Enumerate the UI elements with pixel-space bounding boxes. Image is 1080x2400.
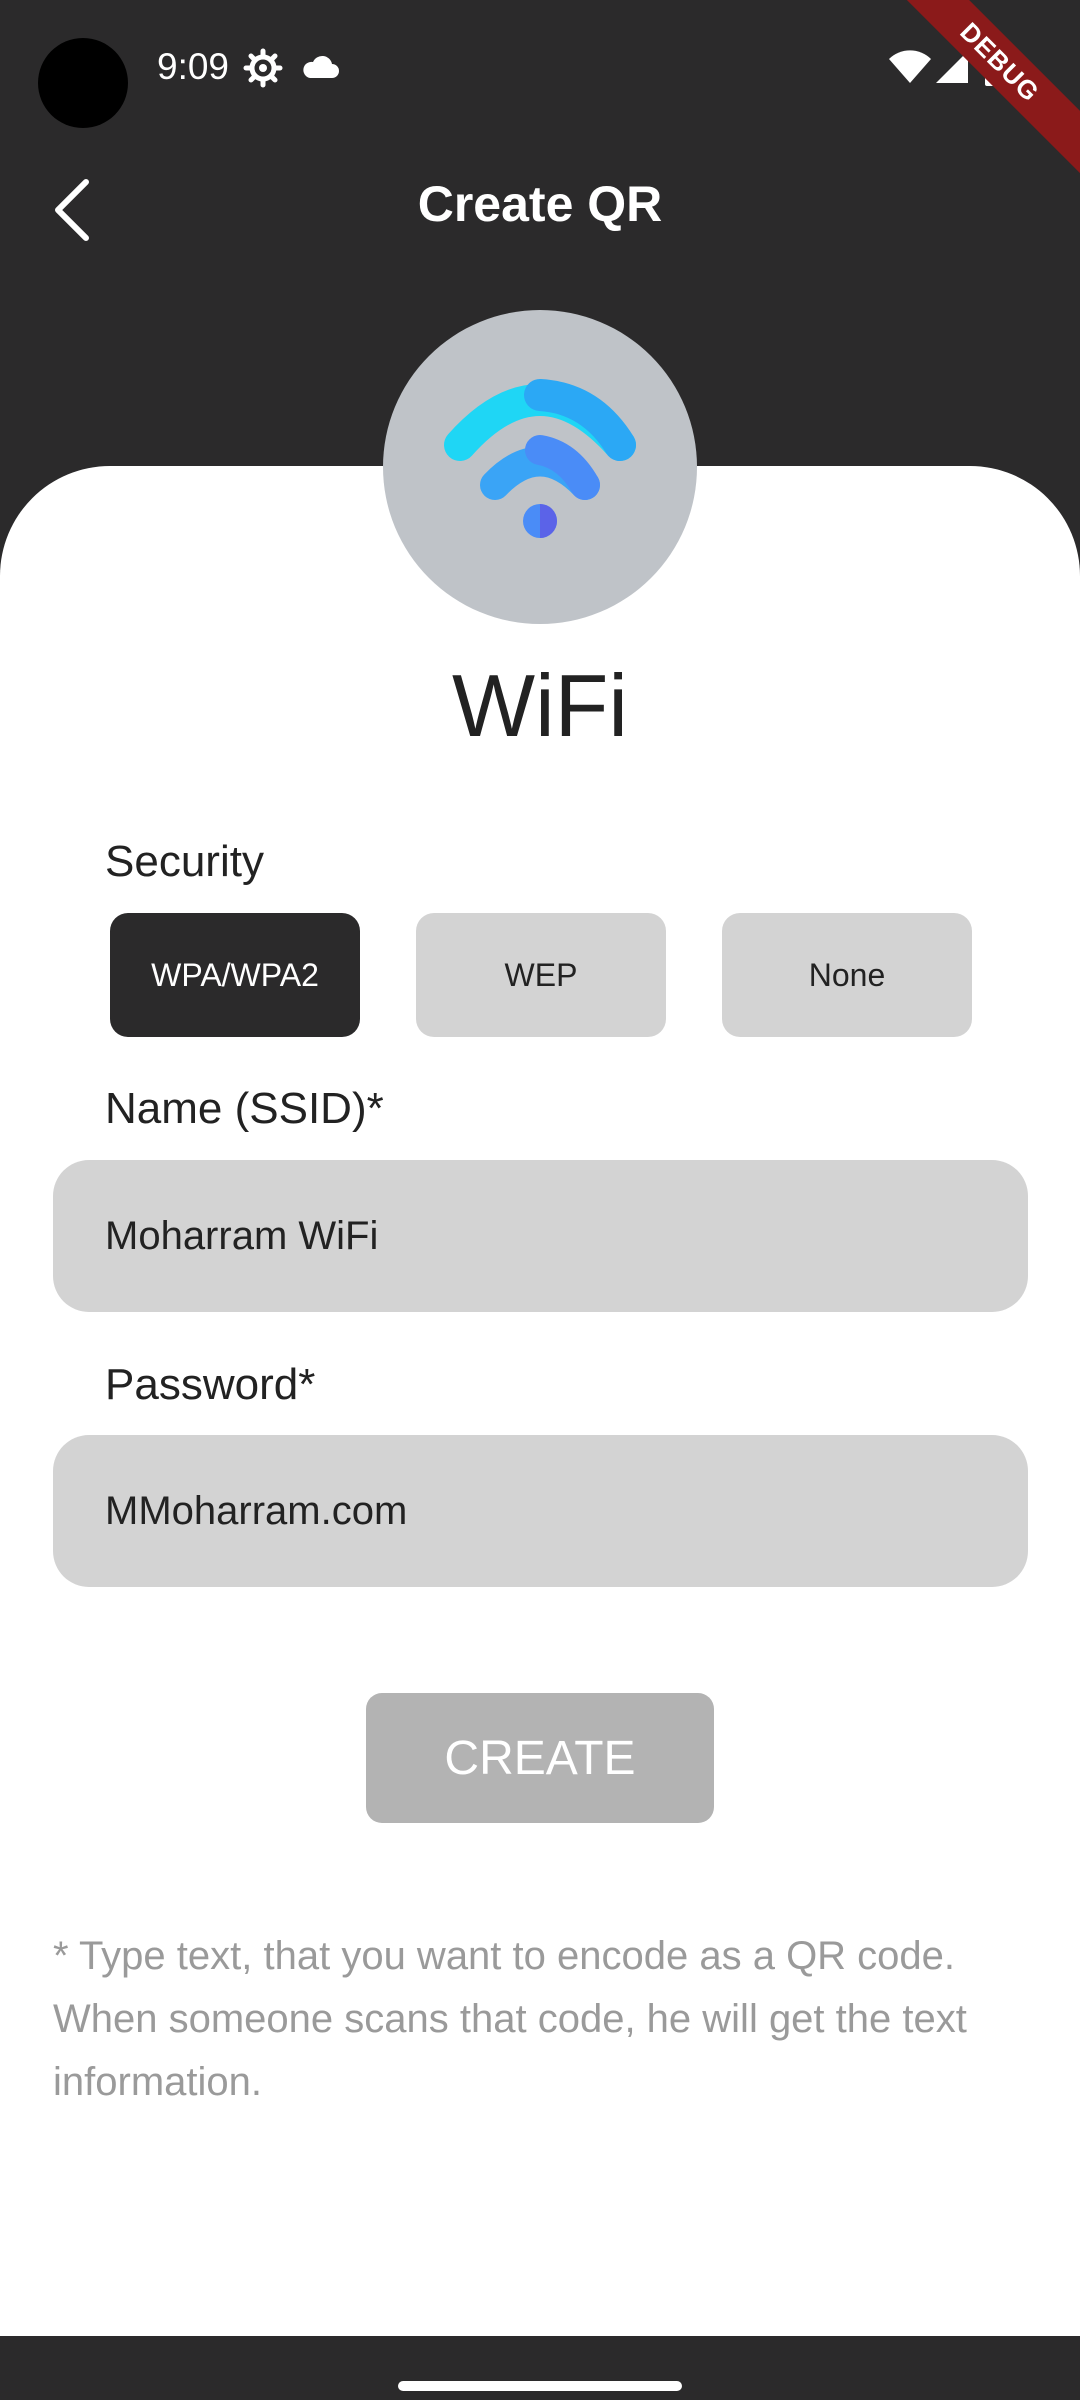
security-option-wep[interactable]: WEP (416, 913, 666, 1037)
security-option-label: None (808, 956, 886, 993)
wifi-icon (444, 379, 636, 538)
create-button[interactable]: CREATE (366, 1693, 714, 1823)
password-label: Password* (105, 1360, 316, 1409)
wifi-signal-icon (888, 50, 932, 89)
ssid-label: Name (SSID)* (105, 1084, 384, 1133)
password-value: MMoharram.com (105, 1488, 408, 1533)
page-title: Create QR (417, 176, 663, 232)
home-indicator[interactable] (398, 2381, 682, 2391)
help-text: * Type text, that you want to encode as … (53, 1934, 967, 2104)
password-input[interactable]: MMoharram.com (53, 1435, 1028, 1587)
settings-icon (243, 48, 283, 93)
cloud-icon (302, 54, 340, 85)
security-option-label: WEP (504, 956, 578, 993)
ssid-input[interactable]: Moharram WiFi (53, 1160, 1028, 1312)
status-time: 9:09 (157, 46, 230, 87)
qr-type-title: WiFi (452, 656, 628, 755)
security-option-none[interactable]: None (722, 913, 972, 1037)
security-option-wpa[interactable]: WPA/WPA2 (110, 913, 360, 1037)
security-option-label: WPA/WPA2 (151, 956, 319, 993)
ssid-value: Moharram WiFi (105, 1213, 379, 1258)
camera-cutout (38, 38, 128, 128)
qr-type-avatar (383, 310, 697, 624)
create-button-label: CREATE (444, 1731, 636, 1785)
security-label: Security (105, 837, 264, 886)
